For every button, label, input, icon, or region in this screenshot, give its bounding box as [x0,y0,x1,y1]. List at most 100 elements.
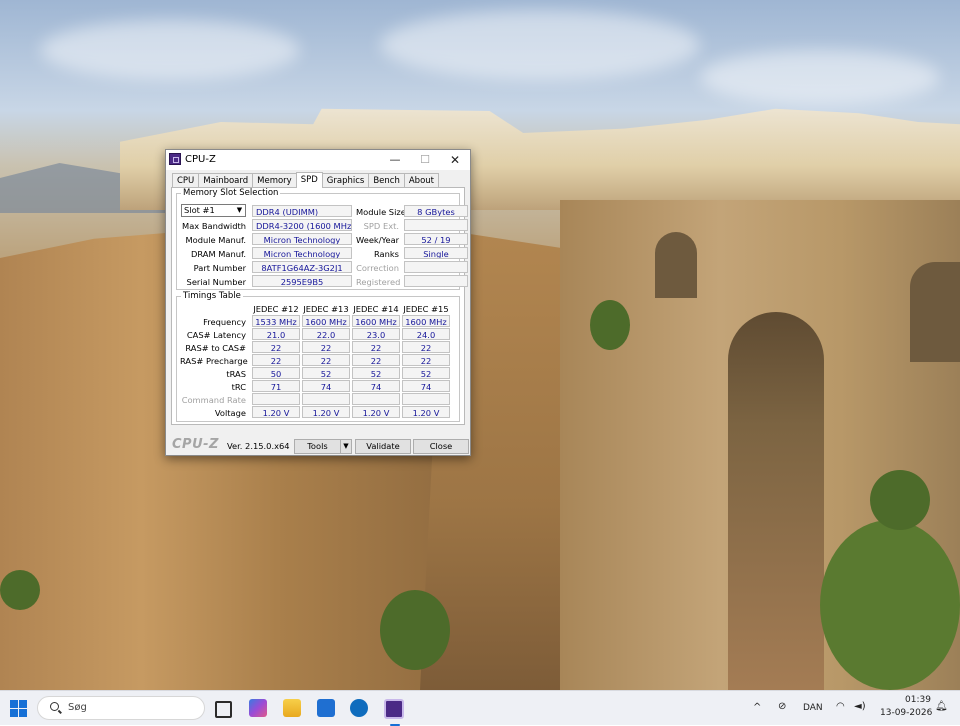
notification-bell-icon[interactable]: 🔔︎ [935,701,948,713]
timings-cell [402,393,450,405]
tab-about[interactable]: About [403,173,439,188]
timings-cell: 74 [302,380,350,392]
cpuz-window[interactable]: CPU-Z — ☐ ✕ CPU Mainboard Memory SPD Gra… [165,149,471,456]
timings-column-header: JEDEC #15 [403,304,449,314]
ranks-value: Single [404,247,468,259]
windows-logo-icon [10,709,18,717]
cloud [700,50,940,105]
timings-column-header: JEDEC #13 [303,304,349,314]
timings-cell: 1.20 V [252,406,300,418]
clock-time[interactable]: 01:39 [905,695,931,705]
tab-spd[interactable]: SPD [295,172,323,188]
search-icon [50,702,59,711]
chevron-down-icon: ▼ [236,206,243,214]
timings-cell: 22 [252,354,300,366]
tools-dropdown-button[interactable]: ▼ [340,439,352,454]
window-titlebar[interactable]: CPU-Z — ☐ ✕ [166,150,470,170]
timings-cell: 1.20 V [352,406,400,418]
week-year-label: Week/Year [356,235,400,245]
task-view-icon[interactable] [215,701,232,718]
speaker-icon[interactable]: ◄) [854,701,866,713]
timings-column-header: JEDEC #12 [253,304,299,314]
module-size-label: Module Size [356,207,406,217]
cpuz-taskbar-icon[interactable] [384,699,404,726]
chevron-up-icon[interactable]: ^ [753,702,761,714]
dram-manuf-value: Micron Technology [252,247,352,259]
cloud [380,10,700,80]
slot-select[interactable]: Slot #1 ▼ [181,204,246,217]
max-bandwidth-label: Max Bandwidth [182,221,246,231]
dram-manuf-label: DRAM Manuf. [190,249,246,259]
timings-cell: 1.20 V [402,406,450,418]
timings-cell: 52 [302,367,350,379]
module-size-value: 8 GBytes [404,205,468,217]
taskbar: Søg ^ ⊘ DAN ◠ ◄) 01:39 13-09-2026 🔔︎ [0,690,960,726]
timings-row-label: RAS# to CAS# [185,343,246,353]
timings-cell: 52 [352,367,400,379]
bridge-right-arch [910,262,960,362]
file-explorer-icon[interactable] [283,699,301,717]
outlook-icon[interactable] [350,699,368,717]
input-language-indicator[interactable]: DAN [803,703,823,713]
max-bandwidth-value: DDR4-3200 (1600 MHz) [252,219,352,231]
taskbar-search-box[interactable]: Søg [37,696,205,720]
timings-cell: 23.0 [352,328,400,340]
window-footer: CPU-Z Ver. 2.15.0.x64 Tools ▼ Validate C… [166,435,470,455]
spd-ext-label: SPD Ext. [363,221,399,231]
tab-mainboard[interactable]: Mainboard [198,173,254,188]
timings-row-label: RAS# Precharge [180,356,248,366]
timings-cell: 22 [302,341,350,353]
memory-slot-selection-legend: Memory Slot Selection [183,188,279,198]
timings-cell: 50 [252,367,300,379]
timings-row-label: Command Rate [181,395,246,405]
timings-cell: 71 [252,380,300,392]
windows-logo-icon [19,700,27,708]
timings-row-label: CAS# Latency [186,330,246,340]
bush [380,590,450,670]
timings-table-legend: Timings Table [183,291,241,301]
correction-value [404,261,468,273]
timings-cell: 22 [352,341,400,353]
timings-cell: 21.0 [252,328,300,340]
microsoft-store-icon[interactable] [317,699,335,717]
serial-number-value: 2595E9B5 [252,275,352,287]
timings-row-label: Frequency [203,317,246,327]
timings-cell: 22 [302,354,350,366]
m365-copilot-icon[interactable] [249,699,267,717]
week-year-value: 52 / 19 [404,233,468,245]
tab-graphics[interactable]: Graphics [321,173,370,188]
timings-cell: 1600 MHz [402,315,450,327]
location-off-icon[interactable]: ⊘ [778,701,786,713]
timings-cell: 52 [402,367,450,379]
bridge-small-arch [655,232,697,298]
bush [590,300,630,350]
tools-button[interactable]: Tools [294,439,340,454]
validate-button[interactable]: Validate [355,439,411,454]
timings-cell: 1533 MHz [252,315,300,327]
correction-label: Correction [356,263,399,273]
close-button[interactable]: Close [413,439,469,454]
module-manuf-label: Module Manuf. [185,235,246,245]
timings-cell: 24.0 [402,328,450,340]
tab-memory[interactable]: Memory [252,173,297,188]
desktop-wallpaper [0,0,960,690]
clock-date[interactable]: 13-09-2026 [880,708,932,718]
windows-logo-icon [19,709,27,717]
timings-cell: 1600 MHz [302,315,350,327]
windows-start-button[interactable] [10,700,27,717]
close-window-button[interactable]: ✕ [440,150,470,170]
slot-select-value: Slot #1 [184,205,215,215]
maximize-button[interactable]: ☐ [410,150,440,170]
timings-row-label: tRAS [226,369,246,379]
part-number-label: Part Number [193,263,246,273]
timings-row-label: tRC [231,382,246,392]
wifi-icon[interactable]: ◠ [836,701,845,713]
search-placeholder: Søg [68,702,87,713]
tab-bench[interactable]: Bench [368,173,405,188]
window-title: CPU-Z [185,154,216,165]
tab-bar: CPU Mainboard Memory SPD Graphics Bench … [172,172,439,188]
tab-cpu[interactable]: CPU [172,173,200,188]
minimize-button[interactable]: — [380,150,410,170]
timings-cell [302,393,350,405]
spd-ext-value [404,219,468,231]
